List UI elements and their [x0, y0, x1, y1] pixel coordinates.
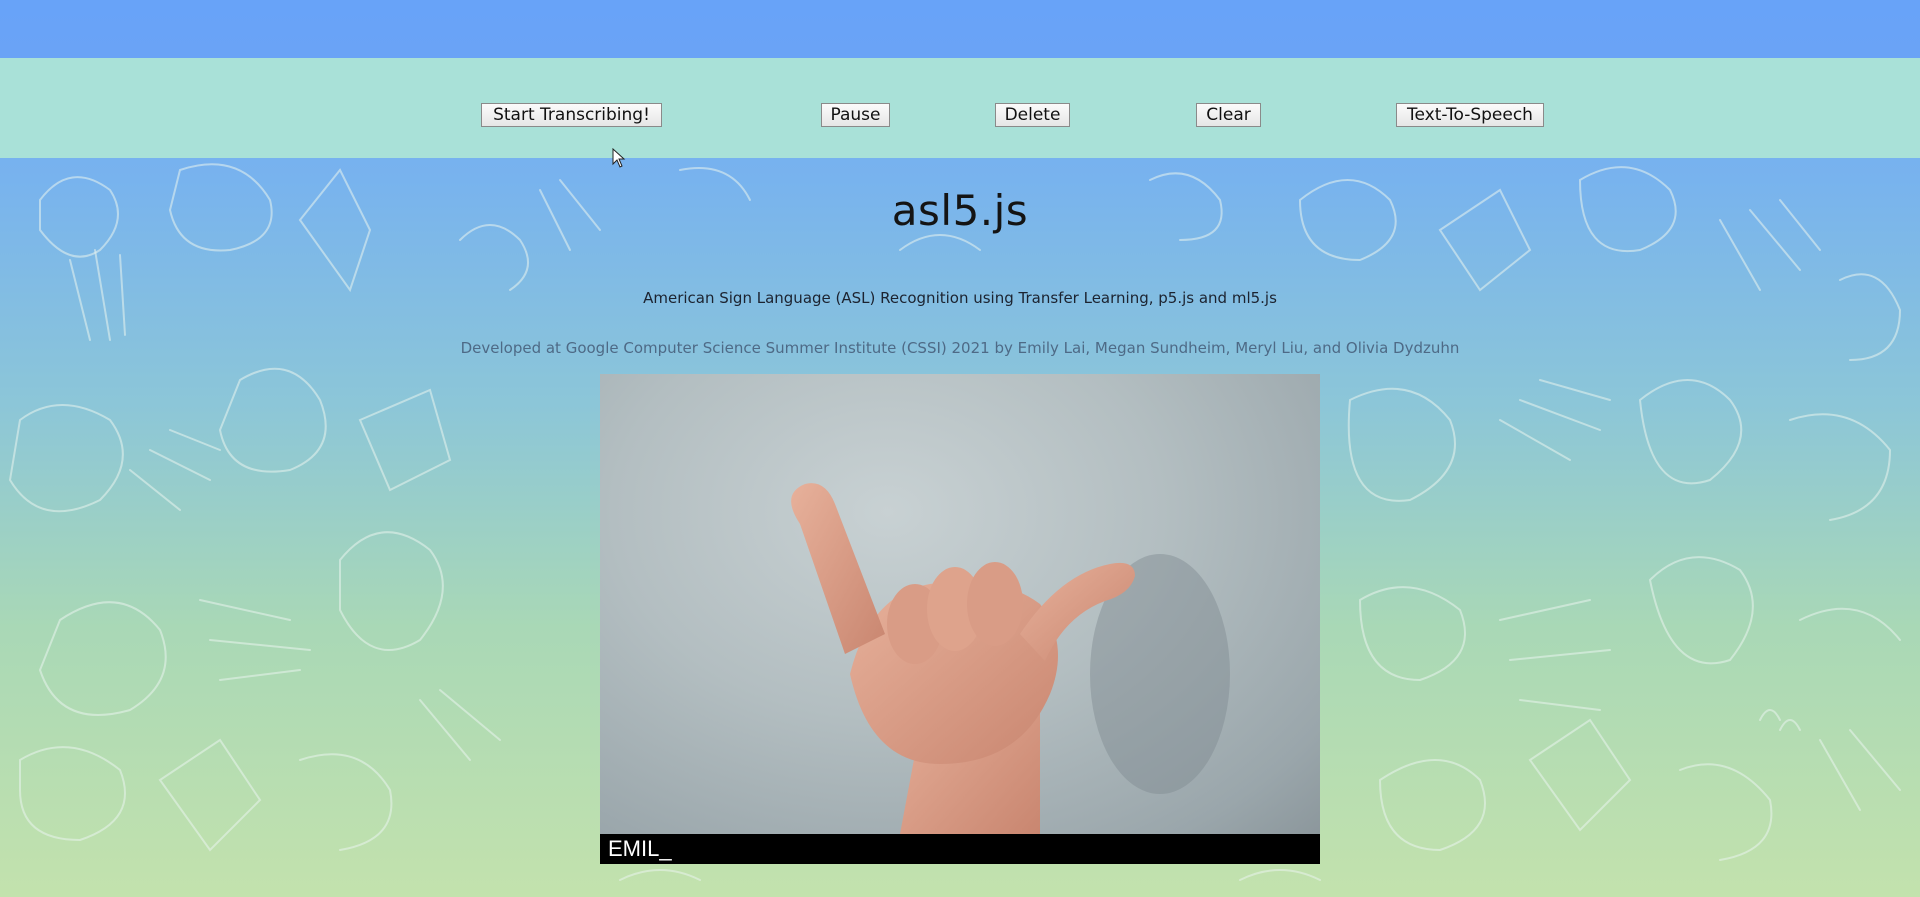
hand-sign-icon [791, 483, 1230, 834]
mouse-cursor-icon [612, 148, 626, 168]
clear-button[interactable]: Clear [1196, 103, 1261, 127]
start-transcribing-button[interactable]: Start Transcribing! [481, 103, 662, 127]
delete-button[interactable]: Delete [995, 103, 1070, 127]
credits-text: Developed at Google Computer Science Sum… [460, 339, 1460, 357]
page-subtitle: American Sign Language (ASL) Recognition… [643, 289, 1277, 307]
page-title: asl5.js [891, 186, 1029, 235]
app-page: Start Transcribing! Pause Delete Clear T… [0, 0, 1920, 897]
text-to-speech-button[interactable]: Text-To-Speech [1396, 103, 1544, 127]
pause-button[interactable]: Pause [821, 103, 890, 127]
top-strip [0, 0, 1920, 58]
caption-text: EMIL_ [608, 836, 672, 861]
transcription-caption: EMIL_ [600, 834, 1320, 864]
toolbar [0, 58, 1920, 158]
webcam-video [600, 374, 1320, 834]
